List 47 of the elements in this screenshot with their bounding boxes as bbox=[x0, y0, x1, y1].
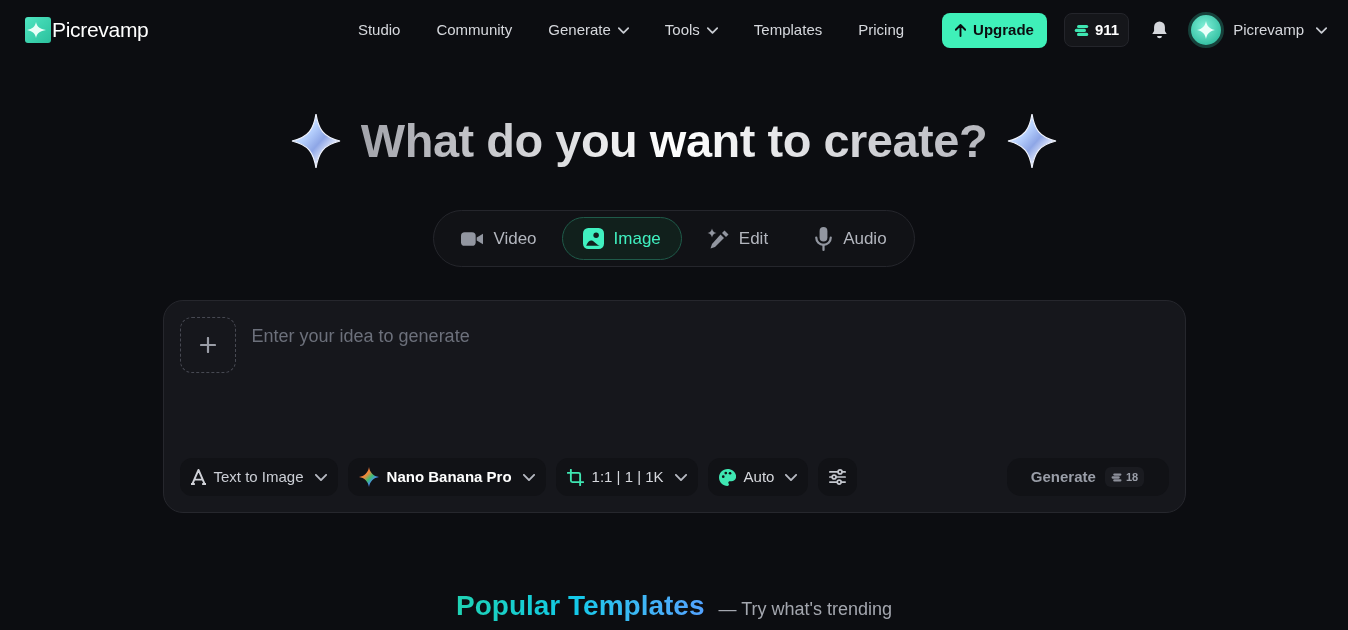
plus-icon bbox=[199, 337, 216, 353]
text-icon bbox=[190, 469, 206, 485]
video-camera-icon bbox=[461, 229, 484, 248]
coins-icon bbox=[1110, 472, 1122, 482]
chevron-down-icon bbox=[674, 473, 687, 481]
nav-link[interactable]: Templates bbox=[753, 18, 823, 42]
credits-button[interactable]: 911 bbox=[1063, 13, 1130, 47]
nav-link[interactable]: Pricing bbox=[858, 18, 905, 42]
four-point-star-icon bbox=[358, 467, 379, 487]
nav-link[interactable]: Generate bbox=[548, 18, 629, 42]
model-select[interactable]: Nano Banana Pro bbox=[347, 458, 546, 496]
mode-select[interactable]: Text to Image bbox=[179, 458, 338, 496]
magic-pen-icon bbox=[706, 227, 729, 250]
mode-tab[interactable]: Image bbox=[561, 217, 682, 260]
chevron-down-icon bbox=[785, 473, 798, 481]
sparkle-icon bbox=[1007, 113, 1058, 169]
sliders-icon bbox=[829, 469, 847, 485]
avatar-icon bbox=[1188, 12, 1225, 48]
user-menu-button[interactable]: Picrevamp bbox=[1188, 12, 1327, 48]
coins-icon bbox=[1073, 23, 1089, 37]
nav-link[interactable]: Tools bbox=[664, 18, 718, 42]
prompt-input[interactable]: Enter your idea to generate bbox=[251, 317, 1169, 427]
palette-icon bbox=[718, 468, 736, 486]
cost-text: 18 bbox=[1125, 471, 1139, 483]
mode-tab[interactable]: Video bbox=[440, 217, 558, 260]
style-select[interactable]: Auto bbox=[707, 458, 809, 496]
chevron-down-icon bbox=[1316, 26, 1327, 34]
chevron-down-icon bbox=[522, 473, 535, 481]
mode-tab[interactable]: Audio bbox=[793, 217, 908, 260]
microphone-icon bbox=[814, 226, 834, 251]
nav-link[interactable]: Community bbox=[436, 18, 513, 42]
aspect-ratio-select[interactable]: 1:1 | 1 | 1K bbox=[555, 458, 698, 496]
crop-icon bbox=[566, 468, 584, 486]
image-icon bbox=[582, 228, 604, 249]
arrow-up-icon bbox=[955, 23, 967, 37]
sparkle-icon bbox=[290, 113, 341, 169]
notification-bell-icon[interactable] bbox=[1151, 20, 1169, 40]
logo-icon bbox=[25, 17, 51, 43]
logo-link[interactable]: Picrevamp bbox=[25, 14, 149, 46]
mode-tab[interactable]: Edit bbox=[685, 217, 790, 260]
settings-button[interactable] bbox=[818, 458, 858, 496]
chevron-down-icon bbox=[314, 473, 327, 481]
nav-link[interactable]: Studio bbox=[357, 18, 401, 42]
section-subtitle: — Try what's trending bbox=[718, 598, 892, 621]
upgrade-button[interactable]: Upgrade bbox=[942, 12, 1047, 48]
chevron-down-icon bbox=[617, 26, 629, 34]
chevron-down-icon bbox=[706, 26, 718, 34]
